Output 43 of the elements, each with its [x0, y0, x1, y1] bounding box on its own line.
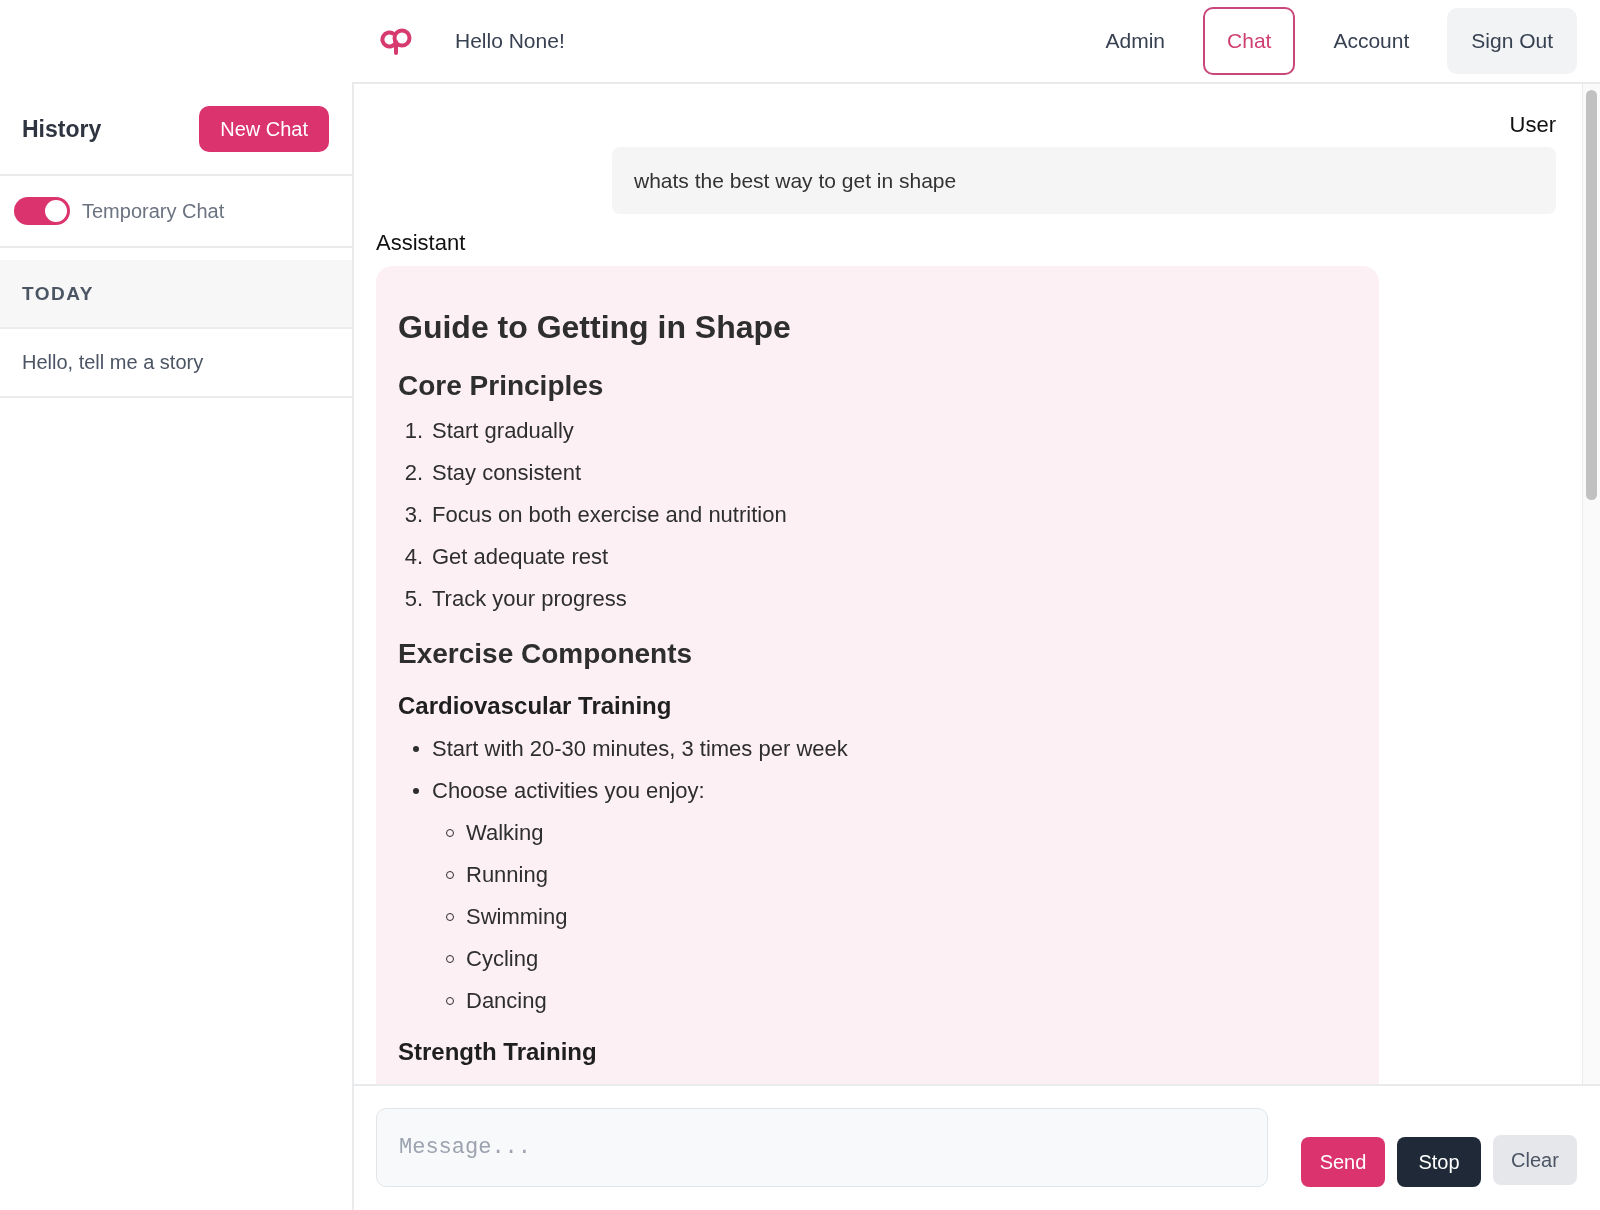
- nav-link[interactable]: Account: [1309, 7, 1434, 75]
- nav-link[interactable]: Admin: [1081, 7, 1190, 75]
- scrollbar-thumb[interactable]: [1586, 90, 1597, 500]
- list-item: Start gradually: [432, 417, 574, 445]
- list-number: 3.: [404, 501, 423, 529]
- send-button[interactable]: Send: [1301, 1137, 1385, 1187]
- list-item: Focus on both exercise and nutrition: [432, 501, 787, 529]
- user-message: whats the best way to get in shape: [612, 147, 1556, 214]
- list-item: Choose activities you enjoy:: [432, 777, 705, 805]
- message-heading: Cardiovascular Training: [398, 691, 672, 721]
- message-heading: Guide to Getting in Shape: [398, 308, 791, 347]
- list-number: 5.: [404, 585, 423, 613]
- toggle-switch[interactable]: [14, 197, 70, 225]
- dot-icon: [413, 746, 419, 752]
- message-heading: Core Principles: [398, 369, 604, 403]
- list-item: Start with 20-30 minutes, 3 times per week: [432, 735, 848, 763]
- list-number: 4.: [404, 543, 423, 571]
- nav-link[interactable]: Chat: [1203, 7, 1296, 75]
- logo-icon: [380, 26, 412, 56]
- clear-button[interactable]: Clear: [1493, 1135, 1577, 1185]
- role-label: User: [1509, 112, 1556, 138]
- list-item: Swimming: [466, 903, 568, 931]
- greeting-text: Hello None!: [455, 29, 565, 53]
- list-item: Dancing: [466, 987, 547, 1015]
- list-number: 2.: [404, 459, 423, 487]
- list-item: Stay consistent: [432, 459, 582, 487]
- sign-out-button[interactable]: Sign Out: [1447, 8, 1577, 74]
- role-label: Assistant: [376, 230, 466, 256]
- list-item: Running: [466, 861, 548, 889]
- toggle-label: Temporary Chat: [82, 199, 225, 223]
- dot-icon: [413, 788, 419, 794]
- list-item: Walking: [466, 819, 544, 847]
- new-chat-button[interactable]: New Chat: [199, 106, 329, 152]
- section-heading: TODAY: [0, 260, 352, 329]
- message-heading: Exercise Components: [398, 637, 693, 671]
- stop-button[interactable]: Stop: [1397, 1137, 1481, 1187]
- list-item: Track your progress: [432, 585, 627, 613]
- list-item: Get adequate rest: [432, 543, 609, 571]
- message-input[interactable]: Message...: [376, 1108, 1268, 1187]
- list-number: 1.: [404, 417, 423, 445]
- list-item: Cycling: [466, 945, 539, 973]
- sidebar-title: History: [22, 115, 102, 144]
- message-heading: Strength Training: [398, 1037, 597, 1067]
